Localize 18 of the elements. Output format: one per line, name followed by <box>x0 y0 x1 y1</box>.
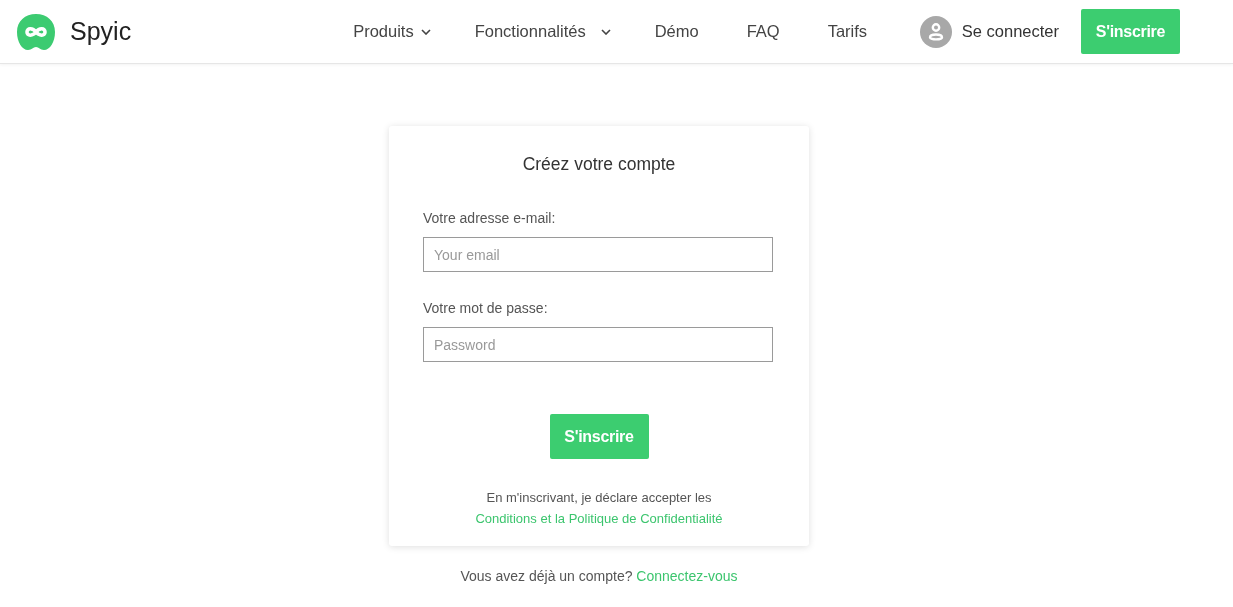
nav-link[interactable]: Produits <box>353 22 431 41</box>
nav-link[interactable]: Fonctionnalités <box>474 22 611 41</box>
nav-link[interactable]: Démo <box>654 22 699 41</box>
infinity-logo-icon[interactable] <box>16 11 56 52</box>
input-field[interactable]: Your email <box>423 237 773 272</box>
user-avatar-icon[interactable] <box>919 15 952 48</box>
brand-name[interactable]: Spyic <box>70 17 132 46</box>
chevron-down-icon <box>600 28 611 35</box>
terms-text: En m'inscrivant, je déclare accepter les Conditions et la Politique de Confidentialité <box>474 489 724 528</box>
chevron-down-icon <box>420 28 431 35</box>
nav-link[interactable]: FAQ <box>746 22 780 41</box>
login-link[interactable]: Se connecter <box>961 22 1059 41</box>
login-prompt: Vous avez déjà un compte? Connectez-vous <box>460 567 738 586</box>
field-label: Votre adresse e-mail: <box>423 209 557 228</box>
input-field[interactable]: Password <box>423 327 773 362</box>
field-label: Votre mot de passe: <box>423 299 549 318</box>
nav-link[interactable]: Tarifs <box>827 22 868 41</box>
form-title: Créez votre compte <box>521 153 677 176</box>
